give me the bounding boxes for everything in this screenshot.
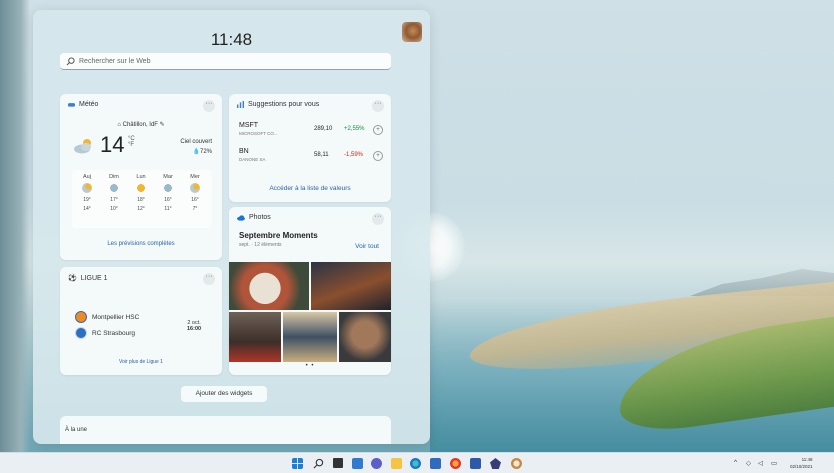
widgets-icon[interactable] (352, 458, 363, 469)
forecast-day[interactable]: Auj 19° 14° (76, 174, 98, 214)
add-stock-button[interactable]: + (373, 151, 383, 161)
stocks-icon (237, 101, 244, 108)
match-time: 2 oct. 16:00 (187, 320, 202, 332)
photos-title: Photos (249, 214, 271, 221)
add-stock-button[interactable]: + (373, 125, 383, 135)
battery-icon[interactable]: ▭ (771, 459, 777, 467)
photos-widget[interactable]: Photos ··· Septembre Moments sept. · 12 … (229, 207, 391, 375)
partly-cloudy-icon (190, 183, 200, 193)
full-forecast-link[interactable]: Les prévisions complètes (60, 241, 222, 247)
search-icon[interactable] (313, 458, 324, 469)
forecast-day[interactable]: Lun 18° 12° (130, 174, 152, 214)
photo-thumbnail[interactable] (229, 312, 281, 362)
ligue1-widget[interactable]: ⚽ LIGUE 1 ··· Montpellier HSC RC Strasbo… (60, 267, 222, 375)
photo-thumbnail[interactable] (339, 312, 391, 362)
weather-more-button[interactable]: ··· (203, 100, 215, 112)
carousel-dots[interactable]: • • (229, 363, 391, 369)
photo-thumbnail[interactable] (311, 262, 391, 310)
file-explorer-icon[interactable] (391, 458, 402, 469)
stocks-more-button[interactable]: ··· (372, 100, 384, 112)
stocks-title: Suggestions pour vous (248, 101, 320, 108)
photo-thumbnail[interactable] (229, 262, 309, 310)
photos-header: Photos (237, 214, 271, 221)
top-stories-title: À la une (65, 427, 88, 433)
search-placeholder: Rechercher sur le Web (79, 57, 151, 65)
droplet-icon: 💧 (192, 149, 200, 155)
ligue1-more-link[interactable]: Voir plus de Ligue 1 (60, 359, 222, 365)
partly-cloudy-icon (82, 183, 92, 193)
team-home[interactable]: Montpellier HSC (75, 311, 139, 323)
web-search-input[interactable]: Rechercher sur le Web (60, 53, 391, 70)
strasbourg-crest-icon (75, 327, 87, 339)
search-icon (66, 56, 75, 65)
weather-widget-header: Météo (68, 101, 98, 108)
rain-icon (163, 183, 173, 193)
see-all-link[interactable]: Voir tout (355, 243, 379, 250)
album-title: Septembre Moments (239, 231, 318, 240)
stocks-widget-header: Suggestions pour vous (237, 101, 319, 108)
edit-icon: ✎ (159, 122, 165, 128)
chat-icon[interactable] (371, 458, 382, 469)
weather-humidity: 💧72% (192, 149, 213, 155)
forecast-day[interactable]: Mar 16° 11° (157, 174, 179, 214)
app-icon[interactable] (511, 458, 522, 469)
album-subtitle: sept. · 12 éléments (239, 242, 282, 248)
user-avatar[interactable] (402, 22, 422, 42)
photo-thumbnail[interactable] (283, 312, 337, 362)
weather-unit-toggle[interactable]: °C °F (128, 136, 135, 148)
stocks-widget[interactable]: Suggestions pour vous ··· MSFT MICROSOFT… (229, 94, 391, 202)
edge-icon[interactable] (410, 458, 421, 469)
weather-location[interactable]: ⌂ Châtillon, IdF ✎ (60, 121, 222, 128)
ligue1-header: ⚽ LIGUE 1 (68, 274, 108, 283)
forecast-day[interactable]: Mer 16° 7° (184, 174, 206, 214)
volume-icon[interactable]: ◁ (758, 459, 763, 467)
wallpaper-cliff (0, 0, 30, 452)
app-icon[interactable] (490, 458, 501, 469)
desktop: 11:48 Rechercher sur le Web Météo ··· ⌂ … (0, 0, 834, 473)
wifi-icon[interactable]: ◇ (746, 459, 751, 467)
sun-icon (136, 183, 146, 193)
partly-cloudy-icon (74, 139, 91, 154)
add-widgets-button[interactable]: Ajouter des widgets (181, 386, 267, 402)
tray-overflow-chevron[interactable]: ^ (734, 459, 737, 466)
onedrive-icon (237, 214, 245, 221)
panel-time: 11:48 (210, 30, 253, 49)
start-button[interactable] (292, 458, 303, 469)
weather-temperature: 14 (100, 132, 125, 157)
top-stories-section[interactable]: À la une (60, 416, 391, 444)
team-away[interactable]: RC Strasbourg (75, 327, 135, 339)
taskbar-clock[interactable]: 11:48 02/10/2021 (790, 456, 813, 470)
stock-row[interactable]: BN DANONE SA 58,11 -1,59% + (239, 148, 384, 170)
forecast-day[interactable]: Dim 17° 10° (103, 174, 125, 214)
store-icon[interactable] (430, 458, 441, 469)
firefox-icon[interactable] (450, 458, 461, 469)
photos-more-button[interactable]: ··· (372, 213, 384, 225)
taskbar: ^ ◇ ◁ ▭ 11:48 02/10/2021 (0, 452, 834, 473)
widgets-panel: 11:48 Rechercher sur le Web Météo ··· ⌂ … (33, 10, 430, 444)
home-icon: ⌂ (117, 122, 121, 128)
ligue1-more-button[interactable]: ··· (203, 273, 215, 285)
montpellier-crest-icon (75, 311, 87, 323)
weather-icon (68, 103, 75, 107)
weather-widget[interactable]: Météo ··· ⌂ Châtillon, IdF ✎ 14 °C °F Ci… (60, 94, 222, 260)
photo-grid (229, 262, 391, 362)
soccer-icon: ⚽ (68, 275, 77, 282)
stock-row[interactable]: MSFT MICROSOFT CO... 289,10 +2,55% + (239, 122, 384, 144)
ligue1-title: LIGUE 1 (80, 274, 108, 282)
task-view-icon[interactable] (333, 458, 343, 468)
weather-condition: Ciel couvert (180, 139, 212, 145)
weather-forecast: Auj 19° 14° Dim 17° 10° Lun 18° 12° Mar … (72, 170, 212, 228)
app-icon[interactable] (470, 458, 481, 469)
watchlist-link[interactable]: Accéder à la liste de valeurs (229, 185, 391, 192)
weather-title: Météo (79, 101, 99, 108)
rain-icon (109, 183, 119, 193)
